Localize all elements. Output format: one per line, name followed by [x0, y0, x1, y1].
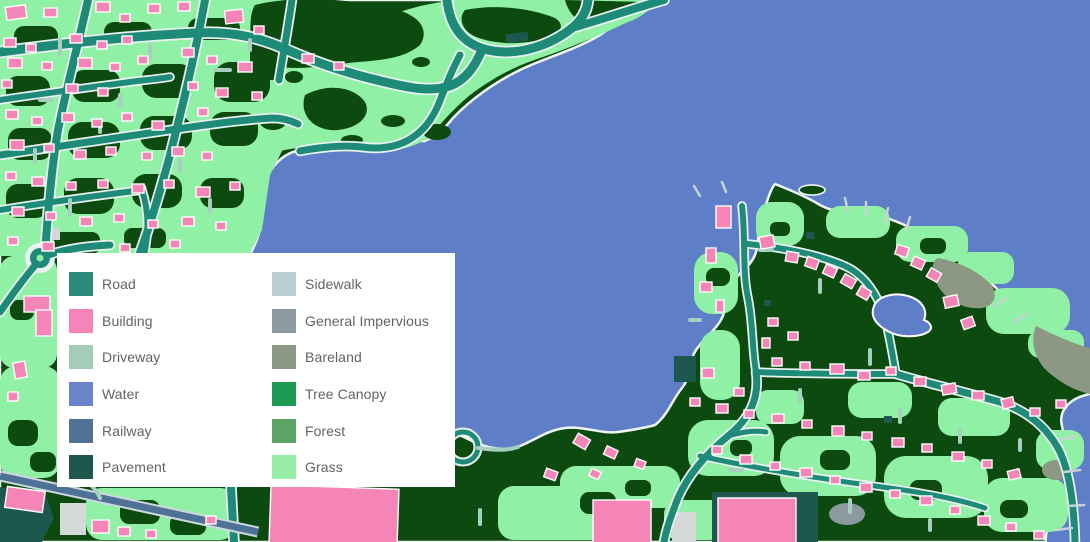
map-viewport[interactable]: Road Building Driveway Water Railway Pav…	[0, 0, 1090, 542]
legend-swatch-water	[69, 382, 93, 407]
legend-column-1: Road Building Driveway Water Railway Pav…	[69, 266, 272, 487]
legend-swatch-railway	[69, 418, 93, 443]
legend-row-road: Road	[69, 266, 272, 303]
legend-row-driveway: Driveway	[69, 339, 272, 376]
legend-label: Sidewalk	[305, 276, 362, 293]
legend-label: Tree Canopy	[305, 386, 387, 403]
legend-label: Driveway	[102, 349, 161, 366]
legend-label: Railway	[102, 422, 152, 439]
legend-label: Pavement	[102, 459, 166, 476]
legend-swatch-driveway	[69, 345, 93, 370]
legend-label: Bareland	[305, 349, 362, 366]
legend-label: Grass	[305, 459, 343, 476]
island	[798, 184, 826, 196]
legend-column-2: Sidewalk General Impervious Bareland Tre…	[272, 266, 455, 487]
legend-row-general-impervious: General Impervious	[272, 303, 455, 340]
legend-label: Forest	[305, 422, 346, 439]
legend-swatch-sidewalk	[272, 272, 296, 297]
legend-row-railway: Railway	[69, 412, 272, 449]
legend-row-pavement: Pavement	[69, 449, 272, 486]
legend-swatch-building	[69, 308, 93, 333]
legend-swatch-general-impervious	[272, 308, 296, 333]
legend-row-building: Building	[69, 303, 272, 340]
legend-swatch-tree-canopy	[272, 382, 296, 407]
legend-label: Water	[102, 386, 140, 403]
legend-swatch-road	[69, 272, 93, 297]
legend-swatch-pavement	[69, 455, 93, 480]
legend-swatch-forest	[272, 418, 296, 443]
legend-label: Building	[102, 312, 153, 329]
legend-swatch-bareland	[272, 345, 296, 370]
legend-row-grass: Grass	[272, 449, 455, 486]
legend-row-sidewalk: Sidewalk	[272, 266, 455, 303]
legend-row-forest: Forest	[272, 412, 455, 449]
legend-swatch-grass	[272, 455, 296, 480]
legend-panel: Road Building Driveway Water Railway Pav…	[57, 253, 455, 487]
legend-label: General Impervious	[305, 312, 429, 329]
impervious-blob	[829, 503, 865, 525]
legend-label: Road	[102, 276, 136, 293]
legend-row-water: Water	[69, 376, 272, 413]
legend-row-tree-canopy: Tree Canopy	[272, 376, 455, 413]
legend-row-bareland: Bareland	[272, 339, 455, 376]
